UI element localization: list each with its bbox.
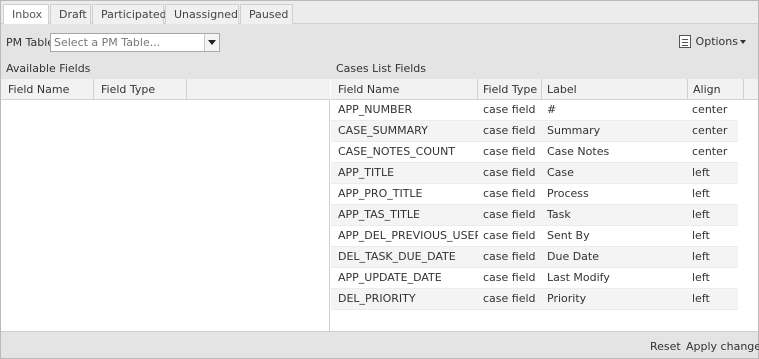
table-row[interactable]: DEL_PRIORITY case field Priority left [331,289,738,310]
pm-table-label: PM Table [6,36,55,49]
table-row[interactable]: DEL_TASK_DUE_DATE case field Due Date left [331,247,738,268]
field-name-cell: APP_PRO_TITLE [338,187,423,200]
field-name-cell: DEL_PRIORITY [338,292,416,305]
options-label: Options [695,35,738,48]
table-row[interactable]: APP_DEL_PREVIOUS_USER case field Sent By le… [331,226,738,247]
field-type-cell: case field [483,145,536,158]
field-name-cell: APP_DEL_PREVIOUS_USER [338,229,478,242]
field-type-cell: case field [483,292,536,305]
cases-list-fields-header: Field Name Field Type Label Align [331,79,758,100]
align-cell[interactable]: left [688,268,738,288]
field-name-cell: APP_TITLE [338,166,395,179]
tab-inbox[interactable]: Inbox [3,4,49,25]
cases-list-fields-title: Cases List Fields [336,62,426,75]
table-row[interactable]: APP_TITLE case field Case left [331,163,738,184]
tab-paused[interactable]: Paused [240,4,293,24]
column-header-field-name[interactable]: Field Name [1,79,94,100]
align-cell[interactable]: center [688,121,738,141]
column-header-field-type[interactable]: Field Type [94,79,187,100]
label-cell[interactable]: Summary [542,121,688,141]
align-cell[interactable]: left [688,184,738,204]
align-cell[interactable]: center [688,142,738,162]
column-header-field-name[interactable]: Field Name [331,79,478,100]
caret-down-icon [740,40,746,44]
label-cell[interactable]: Case Notes [542,142,688,162]
cases-list-rows: APP_NUMBER case field # center CASE_SUMMARY… [331,100,738,310]
section-header-row: Available Fields Cases List Fields [1,59,758,79]
field-type-cell: case field [483,124,536,137]
label-cell[interactable]: Last Modify [542,268,688,288]
field-name-cell: DEL_TASK_DUE_DATE [338,250,456,263]
table-row[interactable]: APP_UPDATE_DATE case field Last Modify left [331,268,738,289]
align-cell[interactable]: left [688,226,738,246]
label-cell[interactable]: Process [542,184,688,204]
available-fields-title: Available Fields [6,62,91,75]
table-row[interactable]: APP_PRO_TITLE case field Process left [331,184,738,205]
align-cell[interactable]: left [688,205,738,225]
available-fields-grid: Field Name Field Type [1,79,330,331]
available-fields-header: Field Name Field Type [1,79,330,100]
tab-participated[interactable]: Participated [92,4,167,24]
table-row[interactable]: CASE_SUMMARY case field Summary center [331,121,738,142]
field-type-cell: case field [483,271,536,284]
field-name-cell: APP_TAS_TITLE [338,208,420,221]
align-cell[interactable]: left [688,289,738,309]
field-name-cell: APP_UPDATE_DATE [338,271,442,284]
field-name-cell: APP_NUMBER [338,103,413,116]
align-cell[interactable]: center [688,100,738,120]
field-type-cell: case field [483,208,536,221]
label-cell[interactable]: Task [542,205,688,225]
reset-button[interactable]: Reset [650,340,681,353]
table-row[interactable]: CASE_NOTES_COUNT case field Case Notes cent… [331,142,738,163]
label-cell[interactable]: # [542,100,688,120]
cases-list-editor: Inbox Draft Participated Unassigned Paus… [0,0,759,359]
align-cell[interactable]: left [688,247,738,267]
tab-unassigned[interactable]: Unassigned [165,4,239,24]
label-cell[interactable]: Due Date [542,247,688,267]
table-row[interactable]: APP_TAS_TITLE case field Task left [331,205,738,226]
tab-draft[interactable]: Draft [50,4,91,24]
field-name-cell: CASE_SUMMARY [338,124,428,137]
field-type-cell: case field [483,229,536,242]
field-type-cell: case field [483,250,536,263]
table-row[interactable]: APP_NUMBER case field # center [331,100,738,121]
column-header-field-type[interactable]: Field Type [478,79,542,100]
field-name-cell: CASE_NOTES_COUNT [338,145,456,158]
field-type-cell: case field [483,103,536,116]
label-cell[interactable]: Case [542,163,688,183]
field-type-cell: case field [483,166,536,179]
label-cell[interactable]: Priority [542,289,688,309]
pm-table-select[interactable]: Select a PM Table... [50,33,220,52]
toolbar: PM Table Select a PM Table... Options [1,24,758,59]
chevron-down-icon[interactable] [204,34,219,51]
column-header-label[interactable]: Label [542,79,688,100]
cases-list-fields-grid: Field Name Field Type Label Align APP_NU… [331,79,758,331]
column-header-align[interactable]: Align [688,79,744,100]
align-cell[interactable]: left [688,163,738,183]
tab-bar: Inbox Draft Participated Unassigned Paus… [1,1,758,25]
field-type-cell: case field [483,187,536,200]
pm-table-placeholder: Select a PM Table... [54,36,161,49]
apply-changes-button[interactable]: Apply changes [686,340,759,353]
list-icon [678,35,691,48]
label-cell[interactable]: Sent By [542,226,688,246]
options-button[interactable]: Options [678,34,746,50]
footer-bar: Reset Apply changes [1,331,759,358]
